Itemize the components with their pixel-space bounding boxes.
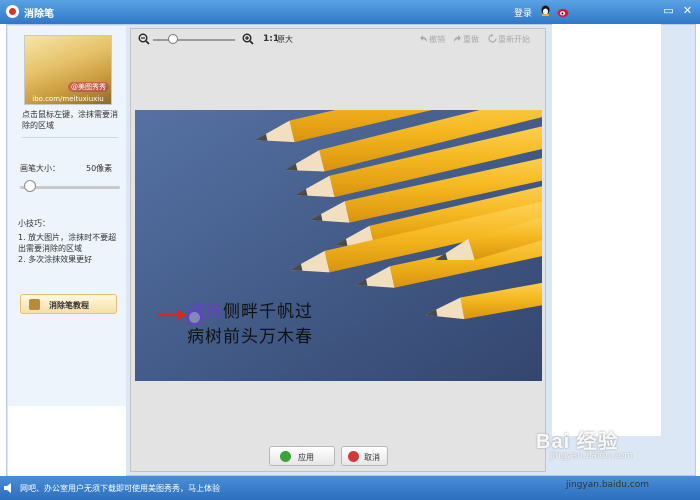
restart-button[interactable]: 重新开始 xyxy=(488,34,530,45)
brush-size-slider-handle[interactable] xyxy=(24,180,36,192)
watermark-url: jingyan.baidu.com xyxy=(566,480,650,490)
undo-button[interactable]: 撤销 xyxy=(419,34,445,45)
tip-item: 2. 多次涂抹效果更好 xyxy=(18,255,93,264)
poem-text: 沉舟侧畔千帆过 病树前头万木春 xyxy=(187,300,313,350)
eraser-cursor xyxy=(187,310,202,325)
sidebar-divider xyxy=(22,137,118,138)
apply-button[interactable]: 应用 xyxy=(269,446,335,466)
thumbnail-url: ibo.com/meituxiuxiu xyxy=(32,95,104,103)
editor-toolbar: 1:1 原大 撤销 重做 重新开始 xyxy=(131,29,545,49)
thumbnail-badge: @美图秀秀 xyxy=(68,82,109,92)
undo-label: 撤销 xyxy=(429,35,445,44)
login-link[interactable]: 登录 xyxy=(514,6,532,19)
close-button[interactable]: ✕ xyxy=(681,5,694,18)
image-thumbnail: @美图秀秀 ibo.com/meituxiuxiu xyxy=(24,35,112,105)
editor-area: 1:1 原大 撤销 重做 重新开始 沉舟侧畔千帆过 病树前头万木春 应用 取消 xyxy=(130,28,546,472)
restart-label: 重新开始 xyxy=(498,35,530,44)
right-panel xyxy=(552,24,661,436)
title-bar: 消除笔 登录 ▭ ✕ xyxy=(0,0,700,24)
cancel-icon xyxy=(348,451,359,462)
speaker-icon xyxy=(4,483,11,493)
redo-button[interactable]: 重做 xyxy=(453,34,479,45)
undo-icon xyxy=(420,35,427,42)
redo-label: 重做 xyxy=(463,35,479,44)
usage-hint: 点击鼠标左键，涂抹需要消除的区域 xyxy=(22,110,118,130)
baidu-watermark-sub: jingyan.baidu.com xyxy=(550,451,634,461)
tips-list: 1. 放大图片，涂抹时不要超出需要消除的区域 2. 多次涂抹效果更好 xyxy=(18,232,124,265)
minimize-button[interactable]: ▭ xyxy=(662,5,675,18)
zoom-slider[interactable] xyxy=(153,39,235,41)
restart-icon xyxy=(488,34,497,43)
sidebar: @美图秀秀 ibo.com/meituxiuxiu 点击鼠标左键，涂抹需要消除的… xyxy=(8,26,126,406)
weibo-icon[interactable] xyxy=(557,6,570,18)
redo-icon xyxy=(454,35,461,42)
image-canvas[interactable]: 沉舟侧畔千帆过 病树前头万木春 xyxy=(135,110,542,381)
cancel-button[interactable]: 取消 xyxy=(341,446,388,466)
tip-item: 1. 放大图片，涂抹时不要超出需要消除的区域 xyxy=(18,233,117,253)
poem-line-1: 侧畔千帆过 xyxy=(223,302,313,322)
original-size-button[interactable]: 原大 xyxy=(277,34,293,45)
tutorial-button[interactable]: 消除笔教程 xyxy=(20,294,117,314)
check-icon xyxy=(280,451,291,462)
tutorial-button-label: 消除笔教程 xyxy=(49,301,89,310)
sidebar-blank-area xyxy=(8,406,126,476)
qq-icon[interactable] xyxy=(540,5,551,18)
poem-line-2: 病树前头万木春 xyxy=(187,327,313,347)
zoom-in-icon[interactable] xyxy=(242,33,254,45)
book-icon xyxy=(29,299,40,310)
red-arrow xyxy=(157,310,187,320)
brush-size-label: 画笔大小： xyxy=(20,164,60,173)
baidu-watermark-logo: Bai 经验 xyxy=(536,431,619,453)
status-message[interactable]: 网吧、办公室用户无须下载即可使用美图秀秀，马上体验 xyxy=(20,483,220,494)
window-title: 消除笔 xyxy=(24,9,54,20)
tips-title: 小技巧： xyxy=(18,219,50,228)
zoom-slider-handle[interactable] xyxy=(168,34,178,44)
cancel-button-label: 取消 xyxy=(364,453,380,462)
brush-size-value: 50像素 xyxy=(86,164,113,173)
apply-button-label: 应用 xyxy=(298,453,314,462)
zoom-out-icon[interactable] xyxy=(138,33,150,45)
meitu-logo-icon xyxy=(6,5,19,18)
